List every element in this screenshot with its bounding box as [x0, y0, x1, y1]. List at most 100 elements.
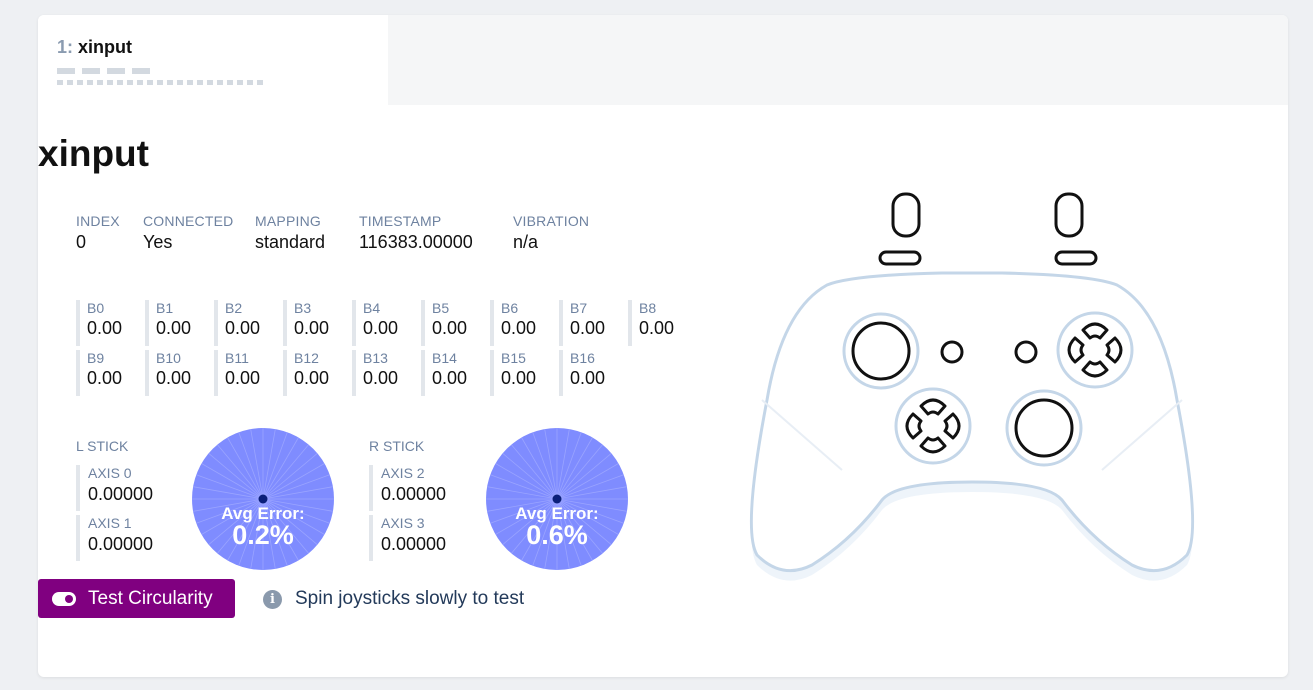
button-cell: B1 0.00 — [145, 300, 207, 346]
left-stick-circularity: Avg Error: 0.2% — [191, 427, 335, 571]
button-cell: B10 0.00 — [145, 350, 207, 396]
button-label: B12 — [294, 350, 319, 366]
tab-name: xinput — [78, 37, 133, 57]
info-timestamp: TIMESTAMP 116383.00000 — [359, 213, 473, 253]
tab-axes-indicator — [57, 80, 264, 85]
avg-error-value: 0.6% — [526, 520, 588, 550]
button-value: 0.00 — [87, 368, 123, 388]
info-value: n/a — [513, 232, 539, 252]
hint: i Spin joysticks slowly to test — [263, 588, 524, 610]
button-label: B10 — [156, 350, 181, 366]
info-vibration: VIBRATION n/a — [513, 213, 589, 253]
button-cell: B2 0.00 — [214, 300, 276, 346]
button-label: B15 — [501, 350, 526, 366]
info-mapping: MAPPING standard — [255, 213, 325, 253]
info-value: 0 — [76, 232, 87, 252]
info-label: INDEX — [76, 213, 120, 229]
info-icon: i — [263, 589, 282, 609]
info-index: INDEX 0 — [76, 213, 120, 253]
button-label: B11 — [225, 350, 249, 366]
button-cell: B5 0.00 — [421, 300, 483, 346]
button-cell: B16 0.00 — [559, 350, 621, 396]
button-label: B4 — [363, 300, 381, 316]
stick-position-dot — [258, 494, 268, 504]
button-cell: B13 0.00 — [352, 350, 414, 396]
button-value: 0.00 — [570, 318, 606, 338]
button-label: B8 — [639, 300, 657, 316]
button-cell: B12 0.00 — [283, 350, 345, 396]
stick-position-dot — [552, 494, 562, 504]
axis-label: AXIS 0 — [88, 465, 132, 481]
left-bumper — [878, 192, 922, 266]
left-stick-graphic — [842, 312, 920, 390]
button-cell: B9 0.00 — [76, 350, 138, 396]
button-label: B3 — [294, 300, 312, 316]
right-bumper — [1054, 192, 1098, 266]
button-value: 0.00 — [156, 368, 192, 388]
start-button — [1014, 340, 1038, 364]
button-value: 0.00 — [294, 318, 330, 338]
info-label: MAPPING — [255, 213, 321, 229]
face-buttons — [1056, 311, 1134, 389]
axis-cell: AXIS 0 0.00000 — [76, 465, 176, 511]
button-label: B5 — [432, 300, 450, 316]
button-label: B14 — [432, 350, 457, 366]
tab-number: 1: — [57, 37, 74, 57]
axis-cell: AXIS 1 0.00000 — [76, 515, 176, 561]
test-circularity-label: Test Circularity — [88, 587, 213, 609]
button-label: B1 — [156, 300, 174, 316]
tab-buttons-indicator — [57, 68, 152, 74]
axis-value: 0.00000 — [381, 534, 447, 554]
test-circularity-button[interactable]: Test Circularity — [38, 579, 235, 618]
info-label: VIBRATION — [513, 213, 590, 229]
button-value: 0.00 — [432, 368, 468, 388]
button-cell: B6 0.00 — [490, 300, 552, 346]
dpad — [894, 387, 972, 465]
info-label: CONNECTED — [143, 213, 234, 229]
tab-title: 1: xinput — [57, 37, 388, 58]
axis-label: AXIS 3 — [381, 515, 425, 531]
right-stick-label: R STICK — [369, 438, 425, 454]
button-value: 0.00 — [501, 318, 537, 338]
info-value: Yes — [143, 232, 173, 252]
hint-text: Spin joysticks slowly to test — [295, 588, 525, 609]
button-value: 0.00 — [363, 318, 399, 338]
button-label: B9 — [87, 350, 105, 366]
button-label: B16 — [570, 350, 595, 366]
avg-error-value: 0.2% — [232, 520, 294, 550]
button-label: B13 — [363, 350, 388, 366]
button-value: 0.00 — [225, 318, 261, 338]
button-value: 0.00 — [363, 368, 399, 388]
button-cell: B7 0.00 — [559, 300, 621, 346]
tab-gamepad-1[interactable]: 1: xinput — [38, 15, 388, 105]
gamepad-diagram — [749, 192, 1195, 581]
select-button — [940, 340, 964, 364]
button-cell: B4 0.00 — [352, 300, 414, 346]
button-cell: B3 0.00 — [283, 300, 345, 346]
button-value: 0.00 — [156, 318, 192, 338]
button-cell: B15 0.00 — [490, 350, 552, 396]
tab-bar: 1: xinput — [38, 15, 1288, 105]
button-value: 0.00 — [225, 368, 261, 388]
button-label: B7 — [570, 300, 588, 316]
right-stick-graphic — [1005, 389, 1083, 467]
button-value: 0.00 — [432, 318, 468, 338]
axis-value: 0.00000 — [88, 484, 154, 504]
info-connected: CONNECTED Yes — [143, 213, 233, 253]
button-cell: B0 0.00 — [76, 300, 138, 346]
axis-label: AXIS 1 — [88, 515, 132, 531]
button-value: 0.00 — [570, 368, 606, 388]
button-value: 0.00 — [294, 368, 330, 388]
axis-cell: AXIS 2 0.00000 — [369, 465, 469, 511]
axis-cell: AXIS 3 0.00000 — [369, 515, 469, 561]
button-label: B6 — [501, 300, 519, 316]
button-cell: B11 0.00 — [214, 350, 276, 396]
info-value: standard — [255, 232, 326, 252]
toggle-icon — [52, 591, 76, 606]
info-label: TIMESTAMP — [359, 213, 442, 229]
axis-value: 0.00000 — [88, 534, 154, 554]
button-value: 0.00 — [639, 318, 675, 338]
axis-label: AXIS 2 — [381, 465, 425, 481]
button-cell: B8 0.00 — [628, 300, 690, 346]
right-stick-circularity: Avg Error: 0.6% — [485, 427, 629, 571]
